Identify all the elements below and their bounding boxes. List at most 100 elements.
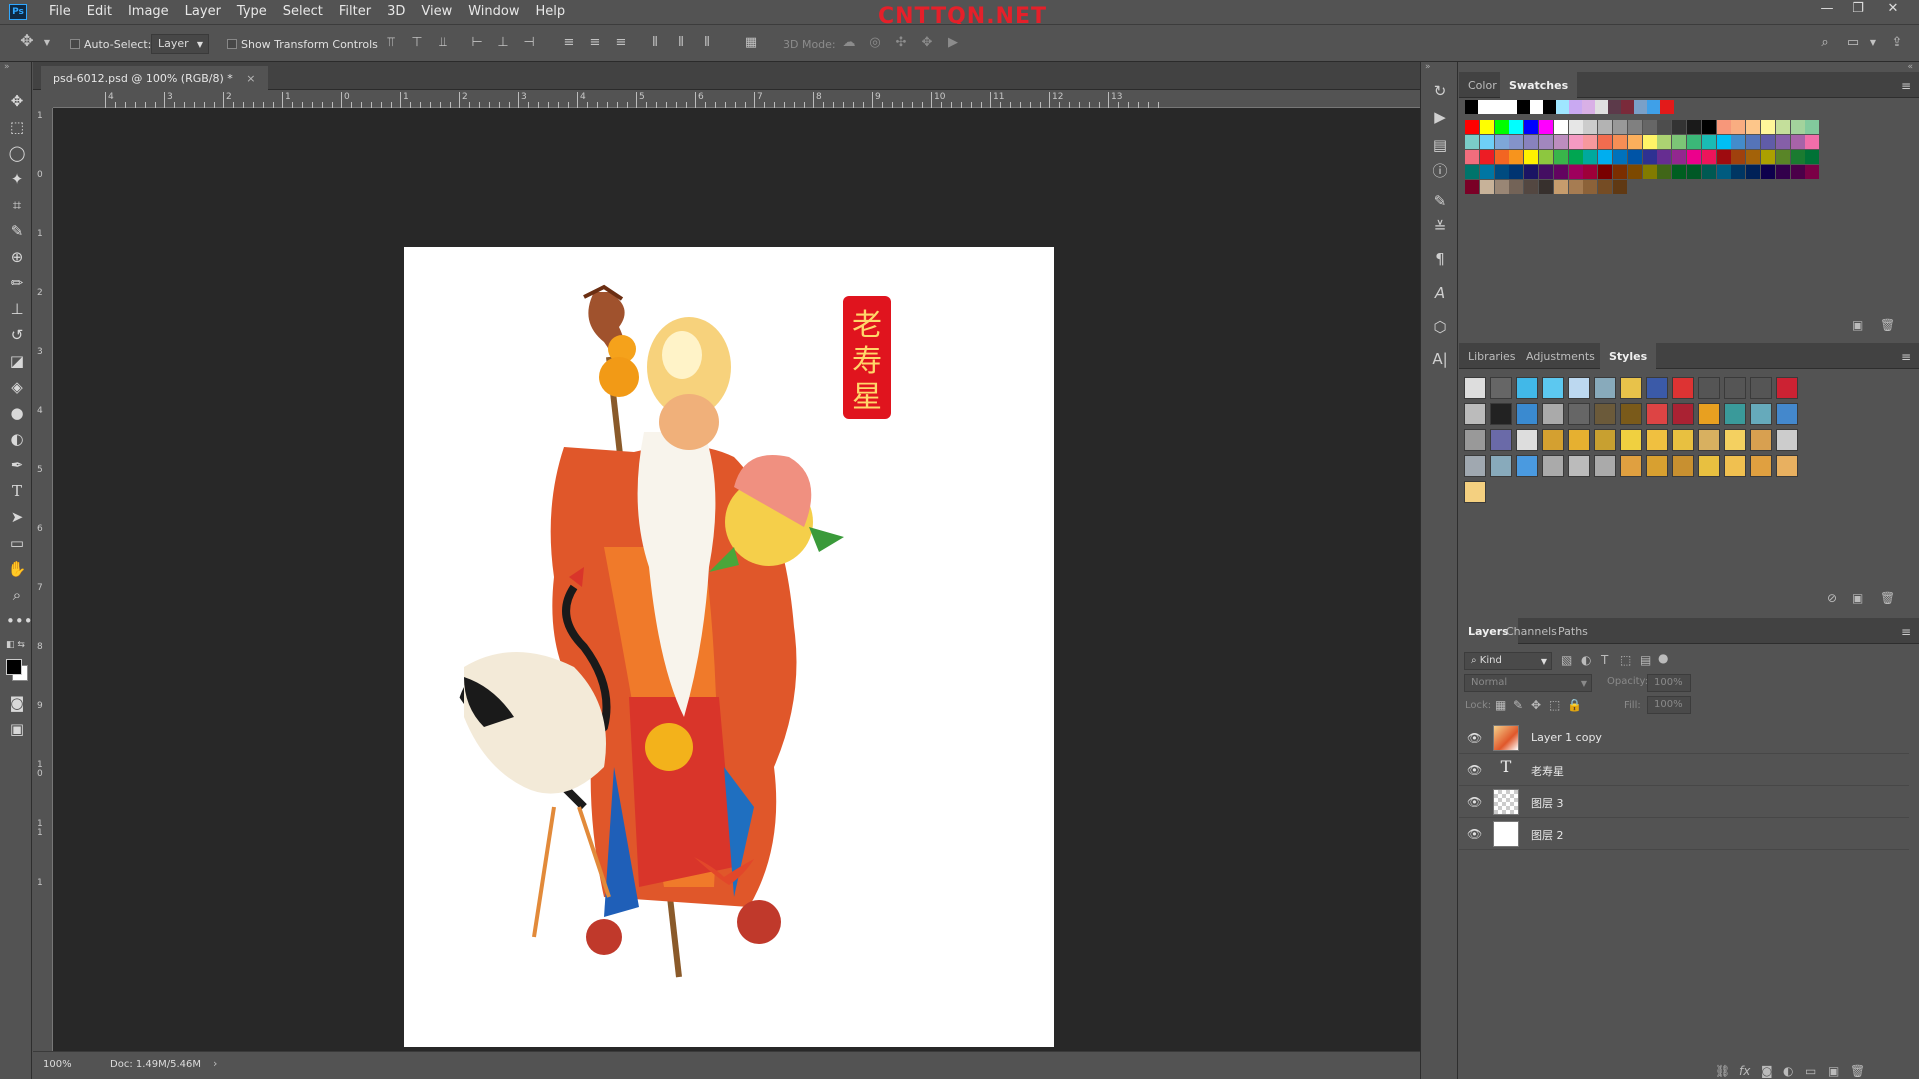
tab-libraries[interactable]: Libraries	[1459, 343, 1525, 369]
swatch[interactable]	[1687, 120, 1701, 134]
swatch[interactable]	[1647, 100, 1661, 114]
swatch[interactable]	[1465, 100, 1479, 114]
swatch[interactable]	[1517, 100, 1531, 114]
swatch[interactable]	[1621, 100, 1635, 114]
swatch[interactable]	[1479, 165, 1494, 179]
style-preset[interactable]	[1490, 455, 1512, 477]
layer-row[interactable]: 👁 Layer 1 copy	[1459, 722, 1909, 754]
status-menu-arrow-icon[interactable]: ›	[213, 1057, 217, 1070]
3d-roll-icon[interactable]: ◎	[868, 36, 882, 50]
swatch[interactable]	[1568, 120, 1583, 134]
blend-mode-dropdown[interactable]: Normal ▼	[1464, 674, 1592, 692]
swatch[interactable]	[1805, 150, 1820, 164]
style-preset[interactable]	[1750, 377, 1772, 399]
opacity-input[interactable]: 100%	[1647, 674, 1691, 692]
tab-paths[interactable]: Paths	[1549, 618, 1597, 644]
3d-scale-icon[interactable]: ▶	[946, 36, 960, 50]
style-preset[interactable]	[1568, 377, 1590, 399]
swatch[interactable]	[1583, 150, 1598, 164]
ruler-origin[interactable]	[33, 90, 53, 108]
auto-select-checkbox[interactable]	[70, 39, 80, 49]
type-tool-icon[interactable]: T	[6, 480, 28, 502]
3d-slide-icon[interactable]: ✥	[920, 36, 934, 50]
swatch[interactable]	[1598, 120, 1613, 134]
align-left-icon[interactable]: ⊢	[470, 36, 484, 50]
swatch[interactable]	[1553, 180, 1568, 194]
style-preset[interactable]	[1620, 455, 1642, 477]
tab-swatches[interactable]: Swatches	[1500, 72, 1578, 98]
history-icon[interactable]: ↻	[1429, 80, 1451, 102]
style-preset[interactable]	[1490, 403, 1512, 425]
delete-swatch-icon[interactable]: 🗑	[1880, 318, 1895, 332]
collapse-arrows-icon[interactable]: «	[1907, 62, 1913, 72]
swatch[interactable]	[1568, 180, 1583, 194]
paragraph-icon[interactable]: ¶	[1429, 248, 1451, 270]
swatch[interactable]	[1465, 135, 1479, 149]
swatch[interactable]	[1701, 165, 1716, 179]
swatch[interactable]	[1583, 135, 1598, 149]
swatch[interactable]	[1569, 100, 1583, 114]
style-preset[interactable]	[1516, 403, 1538, 425]
adjustment-layer-icon[interactable]: ◐	[1783, 1064, 1793, 1078]
visibility-eye-icon[interactable]: 👁	[1467, 731, 1482, 745]
style-preset[interactable]	[1464, 377, 1486, 399]
swatch[interactable]	[1761, 165, 1775, 179]
swatch[interactable]	[1746, 150, 1761, 164]
brush-settings-icon[interactable]: ✎	[1429, 190, 1451, 212]
swatch[interactable]	[1553, 165, 1568, 179]
align-top-icon[interactable]: ⫪	[384, 36, 398, 50]
swatch[interactable]	[1657, 150, 1672, 164]
filter-shape-icon[interactable]: ⬚	[1620, 653, 1631, 667]
swatch[interactable]	[1543, 100, 1557, 114]
swatch[interactable]	[1775, 165, 1790, 179]
style-preset[interactable]	[1516, 377, 1538, 399]
dodge-tool-icon[interactable]: ◐	[6, 428, 28, 450]
share-icon[interactable]: ⇪	[1890, 36, 1904, 50]
info-icon[interactable]: ⓘ	[1429, 160, 1451, 182]
new-layer-icon[interactable]: ▣	[1828, 1064, 1839, 1078]
swatch[interactable]	[1613, 150, 1627, 164]
style-preset[interactable]	[1542, 403, 1564, 425]
style-preset[interactable]	[1464, 455, 1486, 477]
style-preset[interactable]	[1568, 403, 1590, 425]
swatch[interactable]	[1539, 135, 1553, 149]
style-preset[interactable]	[1672, 429, 1694, 451]
layer-name[interactable]: 图层 2	[1531, 827, 1564, 843]
swatch[interactable]	[1642, 135, 1657, 149]
zoom-level[interactable]: 100%	[43, 1059, 72, 1070]
foreground-color-swatch[interactable]	[6, 659, 22, 675]
swatch[interactable]	[1524, 180, 1539, 194]
layer-row[interactable]: 👁 图层 2	[1459, 818, 1909, 850]
healing-brush-tool-icon[interactable]: ⊕	[6, 246, 28, 268]
swatch[interactable]	[1657, 135, 1672, 149]
crop-tool-icon[interactable]: ⌗	[6, 194, 28, 216]
quick-mask-icon[interactable]: ◙	[6, 692, 28, 714]
menu-file[interactable]: File	[41, 0, 79, 24]
swatch[interactable]	[1746, 135, 1761, 149]
swatch[interactable]	[1465, 180, 1479, 194]
swatch[interactable]	[1524, 120, 1539, 134]
align-vcenter-icon[interactable]: ⊤	[410, 36, 424, 50]
swatch[interactable]	[1568, 135, 1583, 149]
3d-orbit-icon[interactable]: ☁	[842, 36, 856, 50]
minimize-button[interactable]: —	[1812, 0, 1842, 20]
clone-stamp-tool-icon[interactable]: ⊥	[6, 298, 28, 320]
style-preset[interactable]	[1698, 377, 1720, 399]
lasso-tool-icon[interactable]: ◯	[6, 142, 28, 164]
delete-style-icon[interactable]: 🗑	[1880, 591, 1895, 605]
auto-select-target-dropdown[interactable]: Layer ▼	[151, 34, 209, 54]
swatch[interactable]	[1553, 150, 1568, 164]
adjust-sliders-icon[interactable]: ≚	[1429, 216, 1451, 238]
visibility-eye-icon[interactable]: 👁	[1467, 795, 1482, 809]
swatch[interactable]	[1568, 150, 1583, 164]
brush-tool-icon[interactable]: ✏	[6, 272, 28, 294]
swatch[interactable]	[1494, 120, 1509, 134]
style-preset[interactable]	[1776, 429, 1798, 451]
layer-filter-dropdown[interactable]: ⌕ Kind ▼	[1464, 652, 1552, 670]
default-colors-icon[interactable]: ◧ ⇆	[6, 640, 25, 650]
swatch[interactable]	[1479, 120, 1494, 134]
workspace-icon[interactable]: ▭	[1846, 36, 1860, 50]
swatch[interactable]	[1478, 100, 1492, 114]
swatch[interactable]	[1524, 135, 1539, 149]
swatch[interactable]	[1491, 100, 1505, 114]
